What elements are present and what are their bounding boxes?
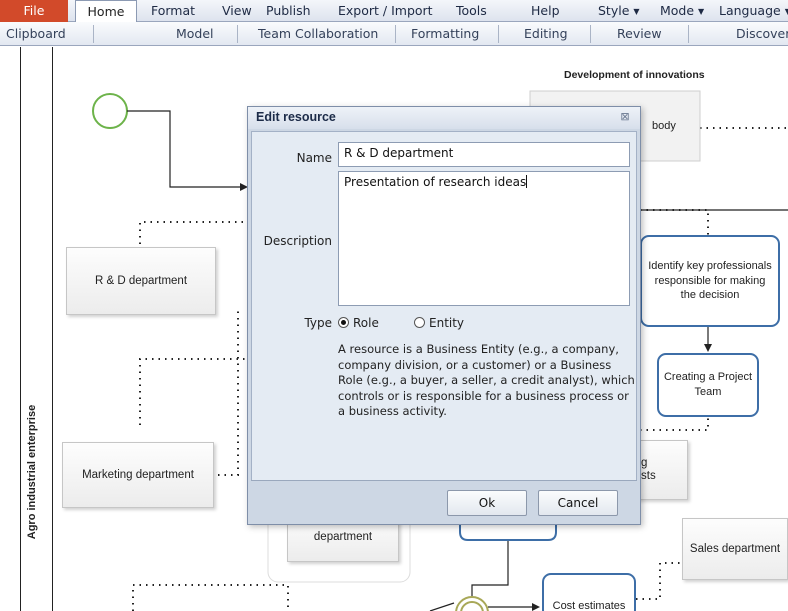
menu-bar: File Home Format View Publish Export / I…	[0, 0, 788, 23]
association-line	[640, 415, 709, 431]
resource-label: Sales department	[689, 543, 781, 555]
arrowhead-icon	[704, 344, 712, 352]
ribbon-separator	[498, 25, 499, 43]
cancel-button[interactable]: Cancel	[538, 490, 618, 516]
association-line	[636, 562, 680, 600]
resource-label: R & D department	[94, 275, 188, 287]
association-line	[218, 307, 239, 476]
lane-border	[52, 47, 53, 611]
radio-label: Entity	[429, 316, 465, 330]
dialog-title-bar[interactable]: Edit resource ⊠	[248, 107, 640, 129]
ribbon-group-clipboard[interactable]: Clipboard	[6, 22, 66, 46]
pool-label: Agro industrial enterprise	[26, 405, 40, 539]
ribbon-group-discover[interactable]: Discover	[736, 22, 788, 46]
type-help-text: A resource is a Business Entity (e.g., a…	[338, 342, 635, 418]
task-identify-professionals[interactable]: Identify key professionals responsible f…	[640, 235, 780, 327]
task-label: Cost estimates	[552, 600, 626, 611]
activity-label-fragment: sts	[641, 470, 656, 482]
ribbon-group-model[interactable]: Model	[176, 22, 214, 46]
menu-publish[interactable]: Publish	[266, 0, 311, 22]
radio-unchecked-icon	[414, 317, 425, 328]
association-line	[139, 358, 250, 425]
task-label: Creating a Project Team	[663, 371, 753, 398]
ribbon-group-editing[interactable]: Editing	[524, 22, 568, 46]
ribbon-separator	[590, 25, 591, 43]
menu-language-label: Language	[719, 3, 781, 18]
menu-language[interactable]: Language ▼	[719, 0, 788, 22]
close-icon[interactable]: ⊠	[618, 110, 632, 124]
ribbon-group-bar: Clipboard Model Team Collaboration Forma…	[0, 22, 788, 46]
dialog-body: Name R & D department Description Presen…	[251, 131, 637, 484]
ribbon-separator	[93, 25, 94, 43]
pool-label-text: Agro industrial enterprise	[26, 404, 38, 540]
type-role-radio[interactable]: Role	[338, 316, 379, 330]
diagram-title: Development of innovations	[564, 69, 705, 81]
menu-home[interactable]: Home	[75, 0, 137, 23]
menu-mode[interactable]: Mode ▼	[660, 0, 704, 22]
type-label: Type	[304, 316, 332, 330]
menu-view[interactable]: View	[222, 0, 252, 22]
activity-label-fragment: body	[652, 120, 676, 132]
menu-format[interactable]: Format	[151, 0, 195, 22]
ribbon-group-formatting[interactable]: Formatting	[411, 22, 479, 46]
ribbon-group-review[interactable]: Review	[617, 22, 662, 46]
resource-rd-department[interactable]: R & D department	[66, 247, 216, 315]
chevron-down-icon: ▼	[633, 7, 640, 16]
task-label: Identify key professionals responsible f…	[648, 259, 772, 302]
ribbon-separator	[237, 25, 238, 43]
sequence-flow	[429, 602, 455, 611]
menu-export-import[interactable]: Export / Import	[338, 0, 433, 22]
resource-marketing-department[interactable]: Marketing department	[62, 442, 214, 508]
sequence-flow	[127, 110, 240, 188]
description-text: Presentation of research ideas	[344, 175, 527, 189]
association-line	[139, 221, 250, 244]
menu-help[interactable]: Help	[531, 0, 560, 22]
menu-tools[interactable]: Tools	[456, 0, 487, 22]
ribbon-group-team-collaboration[interactable]: Team Collaboration	[258, 22, 378, 46]
radio-checked-icon	[338, 317, 349, 328]
radio-label: Role	[353, 316, 379, 330]
dialog-title: Edit resource	[256, 110, 336, 124]
start-event-icon[interactable]	[92, 93, 128, 129]
association-line	[640, 209, 709, 237]
ribbon-separator	[688, 25, 689, 43]
edit-resource-dialog: Edit resource ⊠ Name R & D department De…	[247, 106, 641, 525]
menu-style-label: Style	[598, 3, 630, 18]
text-cursor	[526, 175, 528, 188]
activity-partial[interactable]: g sts	[636, 440, 688, 500]
menu-file[interactable]: File	[0, 0, 68, 22]
description-label: Description	[263, 234, 332, 248]
type-entity-radio[interactable]: Entity	[414, 316, 464, 330]
resource-sales-department[interactable]: Sales department	[682, 518, 788, 580]
activity-label-fragment: g	[641, 457, 648, 469]
ribbon-separator	[395, 25, 396, 43]
menu-style[interactable]: Style ▼	[598, 0, 640, 22]
arrowhead-icon	[532, 603, 540, 611]
pool-border	[20, 47, 21, 611]
name-input[interactable]: R & D department	[338, 142, 630, 167]
menu-mode-label: Mode	[660, 3, 695, 18]
description-textarea[interactable]: Presentation of research ideas	[338, 171, 630, 306]
association-line	[132, 584, 289, 611]
task-creating-project-team[interactable]: Creating a Project Team	[657, 353, 759, 417]
sequence-flow	[471, 540, 509, 597]
resource-label: department	[313, 531, 373, 543]
task-cost-estimates[interactable]: Cost estimates	[542, 573, 636, 611]
name-label: Name	[296, 151, 332, 165]
ok-button[interactable]: Ok	[447, 490, 527, 516]
resource-label: Marketing department	[82, 469, 194, 481]
dialog-footer: Ok Cancel	[251, 480, 637, 522]
chevron-down-icon: ▼	[698, 7, 705, 16]
